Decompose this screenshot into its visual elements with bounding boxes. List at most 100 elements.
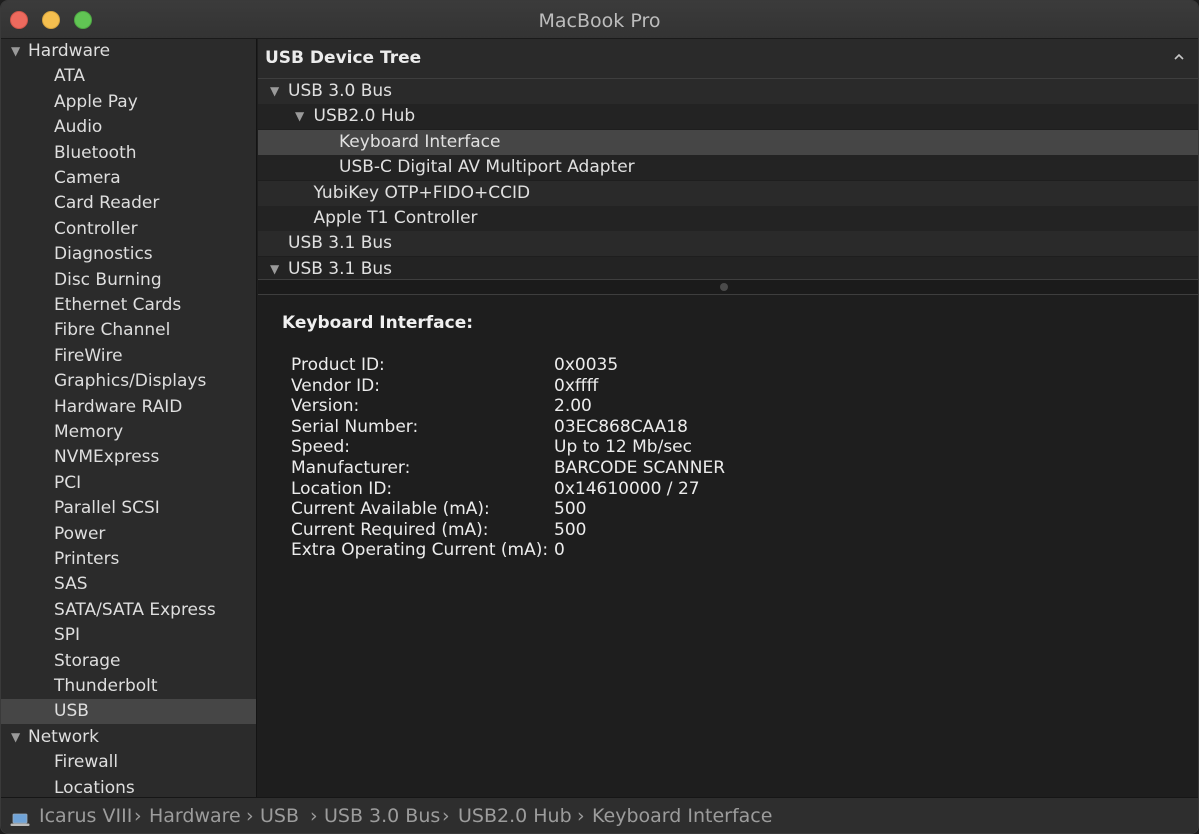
field-label-location-id: Location ID: [291,478,393,499]
disclosure-triangle-icon[interactable]: ▼ [11,39,20,64]
tree-row-usb2-0-hub[interactable]: ▼ USB2.0 Hub [258,104,1198,130]
sidebar-item-fibre-channel[interactable]: Fibre Channel [1,318,256,343]
sidebar-group-label: Network [28,726,99,747]
field-value-product-id: 0x0035 [554,355,619,375]
sidebar-item-label: Bluetooth [54,142,137,163]
sidebar-item-firewall[interactable]: Firewall [1,750,256,775]
sidebar-item-locations[interactable]: Locations [1,776,256,797]
breadcrumb-item-hardware[interactable]: Hardware [149,805,241,827]
sidebar-item-pci[interactable]: PCI [1,471,256,496]
sidebar-item-label: FireWire [54,345,123,366]
tree-row-usb-c-digital-av-multiport-adapter[interactable]: USB-C Digital AV Multiport Adapter [258,155,1198,181]
tree-row-label: USB 3.1 Bus [288,258,393,279]
sidebar-item-power[interactable]: Power [1,522,256,547]
sidebar-item-label: Printers [54,549,120,569]
field-value-extra-operating-current-ma: 0 [554,540,565,561]
sidebar-item-parallel-scsi[interactable]: Parallel SCSI [1,496,256,521]
sidebar-item-label: SPI [54,625,81,646]
system-information-window: MacBook Pro ▼ Hardware ATA Apple Pay Audio Bl… [0,0,1199,834]
disclosure-triangle-icon[interactable]: ▼ [295,104,304,129]
sidebar-group-hardware[interactable]: ▼ Hardware [1,39,256,64]
tree-row-keyboard-interface[interactable]: Keyboard Interface [258,129,1198,155]
sidebar-item-bluetooth[interactable]: Bluetooth [1,141,256,166]
sidebar-item-ata[interactable]: ATA [1,64,256,89]
breadcrumb-separator-icon: › [310,805,318,827]
sidebar-item-graphics-displays[interactable]: Graphics/Displays [1,369,256,394]
sidebar-item-label: Apple Pay [54,91,138,112]
sidebar-item-label: Graphics/Displays [54,371,207,392]
sidebar-item-label: Memory [54,422,124,442]
sidebar-item-firewire[interactable]: FireWire [1,344,256,369]
chevron-up-icon[interactable] [1173,49,1185,67]
field-value-speed: Up to 12 Mb/sec [554,437,692,458]
field-label-vendor-id: Vendor ID: [291,375,380,396]
field-value-serial-number: 03EC868CAA18 [554,416,688,437]
disclosure-triangle-icon[interactable]: ▼ [270,257,279,279]
detail-pane: Keyboard Interface: Product ID: 0x0035 Ven… [258,295,1198,797]
tree-row-usb-3-1-bus[interactable]: ▼ USB 3.1 Bus [258,256,1198,279]
sidebar-item-label: Audio [54,117,103,138]
field-value-manufacturer: BARCODE SCANNER [554,458,726,478]
pane-splitter[interactable] [258,279,1198,295]
tree-row-label: USB-C Digital AV Multiport Adapter [339,157,635,178]
sidebar-item-nvmexpress[interactable]: NVMExpress [1,445,256,470]
sidebar-item-diagnostics[interactable]: Diagnostics [1,242,256,267]
tree-row-label: USB2.0 Hub [313,106,416,127]
field-label-manufacturer: Manufacturer: [291,458,411,478]
tree-row-apple-t1-controller[interactable]: Apple T1 Controller [258,206,1198,231]
sidebar-item-card-reader[interactable]: Card Reader [1,191,256,216]
breadcrumb-separator-icon: › [442,805,450,827]
breadcrumb-item-keyboard-interface[interactable]: Keyboard Interface [592,805,772,827]
sidebar-item-label: SAS [54,574,88,595]
tree-row-usb-3-0-bus[interactable]: ▼ USB 3.0 Bus [258,79,1198,104]
detail-title: Keyboard Interface: [282,313,474,333]
breadcrumb-separator-icon: › [577,805,585,827]
disclosure-triangle-icon[interactable]: ▼ [270,79,279,104]
usb-device-tree: ▼ USB 3.0 Bus ▼ USB2.0 Hub Keyboard Interfac… [258,79,1198,279]
sidebar: ▼ Hardware ATA Apple Pay Audio Bluetooth Camer… [1,39,257,797]
sidebar-item-printers[interactable]: Printers [1,547,256,572]
sidebar-item-apple-pay[interactable]: Apple Pay [1,90,256,115]
window-title: MacBook Pro [538,10,661,32]
tree-row-usb-3-1-bus[interactable]: USB 3.1 Bus [258,231,1198,257]
sidebar-item-camera[interactable]: Camera [1,166,256,191]
field-label-speed: Speed: [291,437,351,458]
sidebar-item-label: USB [54,701,89,722]
sidebar-item-label: Ethernet Cards [54,295,182,315]
field-label-version: Version: [291,396,360,417]
sidebar-item-audio[interactable]: Audio [1,115,256,140]
sidebar-item-ethernet-cards[interactable]: Ethernet Cards [1,293,256,318]
tree-header[interactable]: USB Device Tree [258,39,1198,79]
main-pane: USB Device Tree ▼ USB 3.0 Bus ▼ USB2.0 Hub K… [258,39,1198,797]
sidebar-item-disc-burning[interactable]: Disc Burning [1,268,256,293]
sidebar-item-label: PCI [54,472,82,493]
breadcrumb-separator-icon: › [246,805,254,827]
tree-row-yubikey-otp-fido-ccid[interactable]: YubiKey OTP+FIDO+CCID [258,180,1198,206]
breadcrumb-item-usb[interactable]: USB [260,805,299,827]
sidebar-item-hardware-raid[interactable]: Hardware RAID [1,395,256,420]
field-label-serial-number: Serial Number: [291,416,419,437]
sidebar-item-controller[interactable]: Controller [1,217,256,242]
field-value-version: 2.00 [554,396,592,417]
sidebar-item-sata-sata-express[interactable]: SATA/SATA Express [1,598,256,623]
disclosure-triangle-icon[interactable]: ▼ [11,725,20,750]
path-bar: Icarus VIII › Hardware › USB › USB 3.0 Bus › USB… [1,797,1198,833]
sidebar-group-network[interactable]: ▼ Network [1,725,256,750]
breadcrumb-item-usb-3-0-bus[interactable]: USB 3.0 Bus [324,805,440,827]
sidebar-item-spi[interactable]: SPI [1,623,256,648]
sidebar-group-label: Hardware [28,41,111,61]
sidebar-item-label: Diagnostics [54,244,153,265]
sidebar-item-label: Disc Burning [54,269,162,290]
sidebar-item-label: Firewall [54,752,119,773]
sidebar-item-label: SATA/SATA Express [54,599,216,620]
sidebar-item-storage[interactable]: Storage [1,649,256,674]
sidebar-item-sas[interactable]: SAS [1,572,256,597]
sidebar-item-thunderbolt[interactable]: Thunderbolt [1,674,256,699]
sidebar-item-usb[interactable]: USB [1,699,256,725]
breadcrumb-item-icarus-viii[interactable]: Icarus VIII [39,805,132,827]
splitter-handle-icon[interactable] [720,283,728,291]
breadcrumb-separator-icon: › [134,805,142,827]
sidebar-item-memory[interactable]: Memory [1,420,256,445]
breadcrumb-item-usb2-0-hub[interactable]: USB2.0 Hub [458,805,572,827]
field-value-location-id: 0x14610000 / 27 [554,478,700,499]
